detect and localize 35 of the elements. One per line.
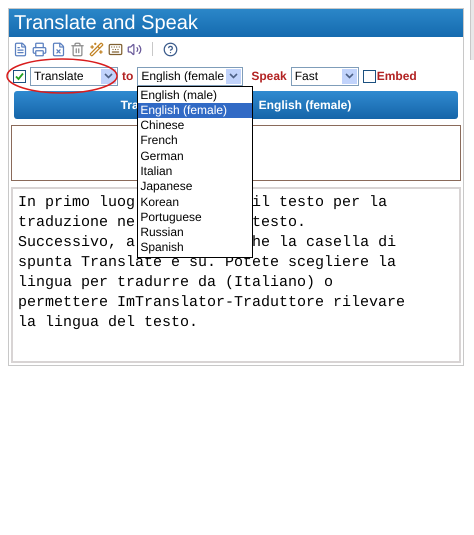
text-line: permettere ImTranslator-Traduttore rilevare [18, 293, 406, 313]
dropdown-option[interactable]: French [138, 133, 252, 149]
checkbox[interactable] [362, 70, 376, 82]
dropdown-option[interactable]: English (female) [138, 102, 252, 118]
text-line: lingua per tradurre da (Italiano) o [18, 273, 334, 293]
checkbox[interactable] [13, 70, 26, 82]
text-line: la lingua del testo. [18, 313, 198, 333]
trash-icon[interactable] [70, 42, 85, 56]
document-delete-icon[interactable] [51, 42, 66, 56]
text-line: Successivo, a [18, 233, 136, 253]
wand-icon[interactable] [89, 42, 104, 56]
printer-icon[interactable] [32, 42, 47, 56]
dropdown-option[interactable]: Korean [138, 194, 252, 210]
dropdown-option[interactable]: Spanish [138, 240, 252, 256]
document-icon[interactable] [13, 42, 28, 56]
speak-label: Speak [251, 68, 287, 85]
window-title: Translate and Speak [9, 9, 463, 37]
to-label: to [122, 68, 134, 85]
speaker-icon[interactable] [127, 42, 142, 56]
embed-label: Embed [376, 68, 417, 85]
dropdown-option[interactable]: Chinese [138, 118, 252, 134]
speed-select[interactable]: Fast [290, 66, 359, 86]
dropdown-option[interactable]: Japanese [138, 179, 252, 195]
dropdown-option[interactable]: Italian [138, 164, 252, 180]
text-line: he la casella di [252, 233, 396, 253]
text-line: traduzione ne [18, 213, 136, 233]
help-icon[interactable] [163, 42, 178, 56]
mode-select[interactable]: Translate [30, 66, 118, 86]
text-line: In primo luog [18, 193, 136, 213]
dropdown-option[interactable]: Russian [138, 225, 252, 240]
keyboard-icon[interactable] [108, 42, 123, 56]
dropdown-option[interactable]: German [138, 148, 252, 164]
text-line: testo. [252, 213, 306, 233]
dropdown-option[interactable]: Portuguese [138, 210, 252, 226]
text-line: il testo per la [252, 193, 388, 213]
